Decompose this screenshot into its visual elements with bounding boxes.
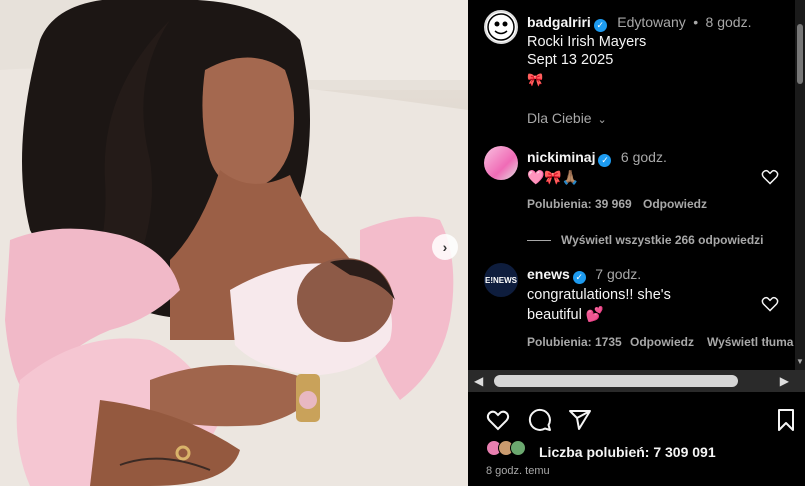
post-timestamp[interactable]: 8 godz. temu [486,465,550,477]
scroll-right-arrow-icon[interactable]: ▶ [780,374,789,388]
comment-time[interactable]: 6 godz. [621,149,667,165]
comments-scroll-area[interactable]: badgalriri ✓ Edytowany • 8 godz. Rocki Ir… [468,0,795,370]
view-replies-button[interactable]: Wyświetl wszystkie 266 odpowiedzi [527,233,764,247]
chevron-down-icon: ⌄ [597,114,607,126]
comment-username[interactable]: nickiminaj [527,149,595,165]
comment-filter-dropdown[interactable]: Dla Ciebie ⌄ [527,110,607,126]
comment-text: 🩷🎀🙏🏽 [527,169,580,185]
post-photo: › [0,0,468,486]
comment-text-line-2: beautiful 💕 [527,307,604,323]
next-photo-button[interactable]: › [432,234,458,260]
avatar[interactable] [484,146,518,180]
vertical-scrollbar[interactable]: ▼ [795,0,805,370]
comment-like-heart-icon[interactable] [761,169,779,185]
liker-avatars[interactable] [486,440,526,456]
reply-button[interactable]: Odpowiedz [643,197,707,211]
comment-filter-label: Dla Ciebie [527,110,592,126]
avatar[interactable] [484,10,518,44]
bookmark-icon[interactable] [774,408,798,432]
share-icon[interactable] [568,408,592,432]
post-header: badgalriri ✓ Edytowany • 8 godz. [527,14,751,32]
comment-icon[interactable] [528,408,552,432]
scroll-left-arrow-icon[interactable]: ◀ [474,374,483,388]
post-actions: Liczba polubień: 7 309 091 8 godz. temu [468,398,805,486]
profile-art-icon [487,13,515,41]
divider-line [527,240,551,242]
comment-time[interactable]: 7 godz. [595,266,641,282]
heart-icon[interactable] [486,408,510,432]
comment-likes[interactable]: Polubienia: 1735 [527,335,622,349]
comment-header: enews ✓ 7 godz. [527,266,641,284]
separator: • [693,14,699,30]
post-username[interactable]: badgalriri [527,14,591,30]
avatar[interactable]: E!NEWS [484,263,518,297]
comment-username[interactable]: enews [527,266,570,282]
caption-line-2: Sept 13 2025 [527,52,614,68]
comment-like-heart-icon[interactable] [761,296,779,312]
post-photo-illustration [0,0,468,486]
comment-likes[interactable]: Polubienia: 39 969 [527,197,632,211]
enews-logo: E!NEWS [485,275,517,285]
edited-label: Edytowany [617,14,686,30]
view-replies-label: Wyświetl wszystkie 266 odpowiedzi [561,233,764,247]
scrollbar-thumb[interactable] [797,24,803,84]
verified-icon: ✓ [572,271,586,284]
scroll-down-arrow-icon[interactable]: ▼ [796,357,804,366]
verified-icon: ✓ [598,154,612,167]
likes-count[interactable]: Liczba polubień: 7 309 091 [539,444,716,460]
caption-line-1: Rocki Irish Mayers [527,34,647,50]
verified-icon: ✓ [593,19,607,32]
caption-emoji: 🎀 [527,72,544,87]
avatar [510,440,526,456]
scrollbar-thumb[interactable] [494,375,738,387]
horizontal-scrollbar[interactable]: ◀ ▶ [468,370,805,392]
post-time[interactable]: 8 godz. [706,14,752,30]
translate-button[interactable]: Wyświetl tłuma [707,335,793,349]
comment-text-line-1: congratulations!! she's [527,287,671,303]
reply-button[interactable]: Odpowiedz [630,335,694,349]
comment-header: nickiminaj ✓ 6 godz. [527,149,667,167]
